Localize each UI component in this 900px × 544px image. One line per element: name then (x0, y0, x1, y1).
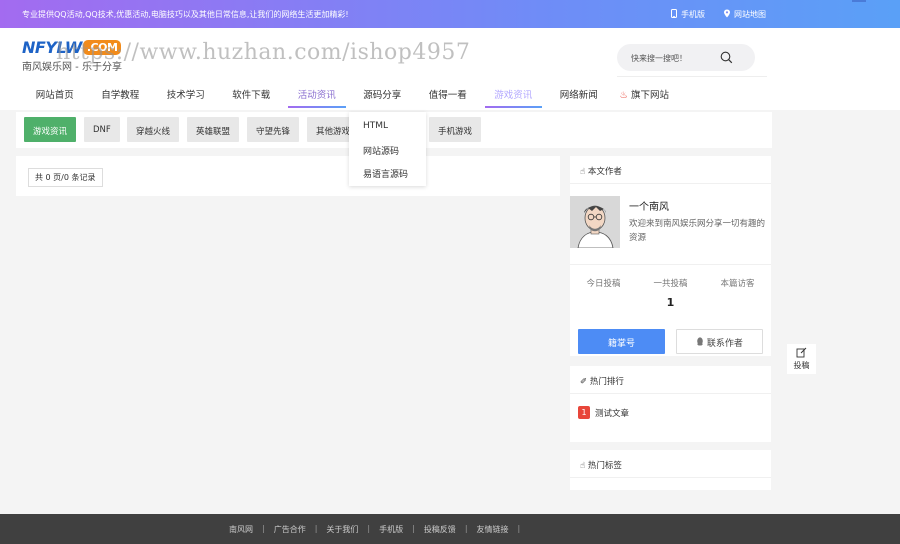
hand-icon: ☝ (580, 167, 588, 177)
mobile-link[interactable]: 手机版 (670, 9, 705, 20)
float-post-label: 投稿 (793, 361, 810, 370)
rank-badge: 1 (578, 406, 590, 419)
footer-link-about[interactable]: 关于我们 (326, 524, 358, 535)
nav-item-source[interactable]: 源码分享 (350, 78, 416, 108)
author-stats: 今日投稿 一共投稿 1 本篇访客 (570, 277, 771, 310)
list-item[interactable]: 1 测试文章 (578, 406, 629, 419)
phone-icon (670, 9, 678, 20)
corner-accent (852, 0, 866, 2)
avatar[interactable] (570, 196, 620, 248)
dropdown-item-website-source[interactable]: 网站源码 (363, 144, 399, 157)
footer-link-feedback[interactable]: 投稿反馈 (424, 524, 456, 535)
contact-author-label: 联系作者 (706, 339, 743, 349)
nav-item-games[interactable]: 游戏资讯 (481, 78, 547, 108)
author-description: 欢迎来到南风娱乐网分享一切有趣的资源 (629, 219, 766, 243)
nav-item-tutorials[interactable]: 自学教程 (88, 78, 154, 108)
stat-visitors-value (704, 296, 771, 310)
site-footer: 南风网 | 广告合作 | 关于我们 | 手机版 | 投稿反馈 | 友情链接 | (0, 514, 900, 544)
nav-item-software[interactable]: 软件下载 (219, 78, 285, 108)
nav-item-sites[interactable]: ♨ 旗下网站 (612, 78, 678, 108)
stat-today-label: 今日投稿 (586, 279, 621, 289)
nav-item-home[interactable]: 网站首页 (22, 78, 88, 108)
stat-today-value (570, 296, 637, 310)
send-icon: ✐ (580, 377, 590, 387)
hot-item-title: 测试文章 (595, 408, 630, 419)
author-name: 一个南风 (629, 202, 669, 213)
sitemap-label: 网站地图 (734, 10, 766, 19)
footer-separator: | (464, 524, 468, 533)
nav-item-worth[interactable]: 值得一看 (415, 78, 481, 108)
category-lol[interactable]: 英雄联盟 (187, 117, 240, 142)
source-dropdown-menu: HTML 网站源码 易语言源码 (349, 112, 426, 186)
footer-link-friends[interactable]: 友情链接 (477, 524, 509, 535)
author-divider (570, 183, 771, 184)
stat-today: 今日投稿 (570, 277, 637, 310)
hot-ranking-title: ✐ 热门排行 (580, 375, 624, 387)
stat-total-value: 1 (666, 296, 675, 309)
qq-icon (696, 337, 707, 349)
footer-separator: | (517, 524, 521, 533)
author-card: ☝ 本文作者 一个南风 欢迎来到南风娱乐网分享一切有趣的资源 今日投稿 一共投稿… (570, 156, 771, 356)
stat-total: 一共投稿 1 (637, 277, 704, 310)
hot-ranking-card: ✐ 热门排行 1 测试文章 (570, 366, 771, 442)
site-header: NFYLW .COM 南风娱乐网 - 乐于分享 https://www.huzh… (0, 28, 900, 110)
top-bar: 专业提供QQ活动,QQ技术,优惠活动,电脑技巧以及其他日常信息,让我们的网络生活… (0, 0, 900, 28)
hot-tags-title: ☝ 热门标签 (580, 459, 622, 471)
category-crossfire[interactable]: 穿越火线 (127, 117, 180, 142)
search-box[interactable]: 快来搜一搜吧！ (617, 44, 755, 71)
footer-link-mobile[interactable]: 手机版 (379, 524, 403, 535)
fire-icon: ♨ (619, 90, 628, 101)
article-list: 共 0 页/0 条记录 (16, 156, 560, 196)
category-mobile-games[interactable]: 手机游戏 (429, 117, 482, 142)
footer-separator: | (314, 524, 318, 533)
author-card-title: ☝ 本文作者 (580, 165, 622, 177)
nav-item-sites-label: 旗下网站 (631, 90, 670, 101)
hot-ranking-title-text: 热门排行 (589, 377, 624, 387)
sitemap-link[interactable]: 网站地图 (723, 9, 766, 20)
footer-link-ads[interactable]: 广告合作 (274, 524, 306, 535)
nav-item-tech[interactable]: 技术学习 (153, 78, 219, 108)
tags-divider (570, 477, 771, 478)
stats-divider (570, 264, 771, 265)
category-dnf[interactable]: DNF (84, 117, 120, 142)
hot-divider (570, 393, 771, 394)
top-links: 手机版 网站地图 (670, 9, 766, 20)
stat-visitors: 本篇访客 (704, 277, 771, 310)
footer-link-home[interactable]: 南风网 (229, 524, 253, 535)
hot-tags-card: ☝ 热门标签 (570, 450, 771, 490)
site-notice: 专业提供QQ活动,QQ技术,优惠活动,电脑技巧以及其他日常信息,让我们的网络生活… (22, 10, 349, 19)
mobile-label: 手机版 (681, 10, 705, 19)
category-game-news[interactable]: 游戏资讯 (24, 117, 77, 142)
pagination-info: 共 0 页/0 条记录 (28, 168, 103, 187)
author-card-title-text: 本文作者 (587, 167, 622, 177)
footer-separator: | (367, 524, 371, 533)
hot-tags-title-text: 热门标签 (587, 461, 622, 471)
hand-icon: ☝ (580, 461, 588, 471)
follow-button[interactable]: 籍掌号 (578, 329, 665, 354)
dropdown-item-e-language-source[interactable]: 易语言源码 (363, 167, 408, 180)
header-divider (617, 76, 767, 77)
footer-separator: | (412, 524, 415, 533)
footer-links: 南风网 | 广告合作 | 关于我们 | 手机版 | 投稿反馈 | 友情链接 | (229, 524, 529, 535)
stat-visitors-label: 本篇访客 (720, 279, 755, 289)
search-icon[interactable] (720, 51, 733, 67)
main-nav: 网站首页 自学教程 技术学习 软件下载 活动资讯 源码分享 值得一看 游戏资讯 … (22, 78, 677, 108)
watermark-text: https://www.huzhan.com/ishop4957 (56, 40, 471, 65)
nav-item-news[interactable]: 网络新闻 (546, 78, 612, 108)
footer-separator: | (262, 524, 265, 533)
contact-author-button[interactable]: 联系作者 (676, 329, 763, 354)
search-placeholder: 快来搜一搜吧！ (631, 54, 687, 63)
edit-icon (787, 347, 816, 360)
category-overwatch[interactable]: 守望先锋 (247, 117, 300, 142)
location-pin-icon (723, 9, 731, 20)
nav-item-activities[interactable]: 活动资讯 (284, 78, 350, 108)
stat-total-label: 一共投稿 (653, 279, 688, 289)
dropdown-item-html[interactable]: HTML (363, 121, 388, 131)
float-post-button[interactable]: 投稿 (787, 344, 816, 374)
